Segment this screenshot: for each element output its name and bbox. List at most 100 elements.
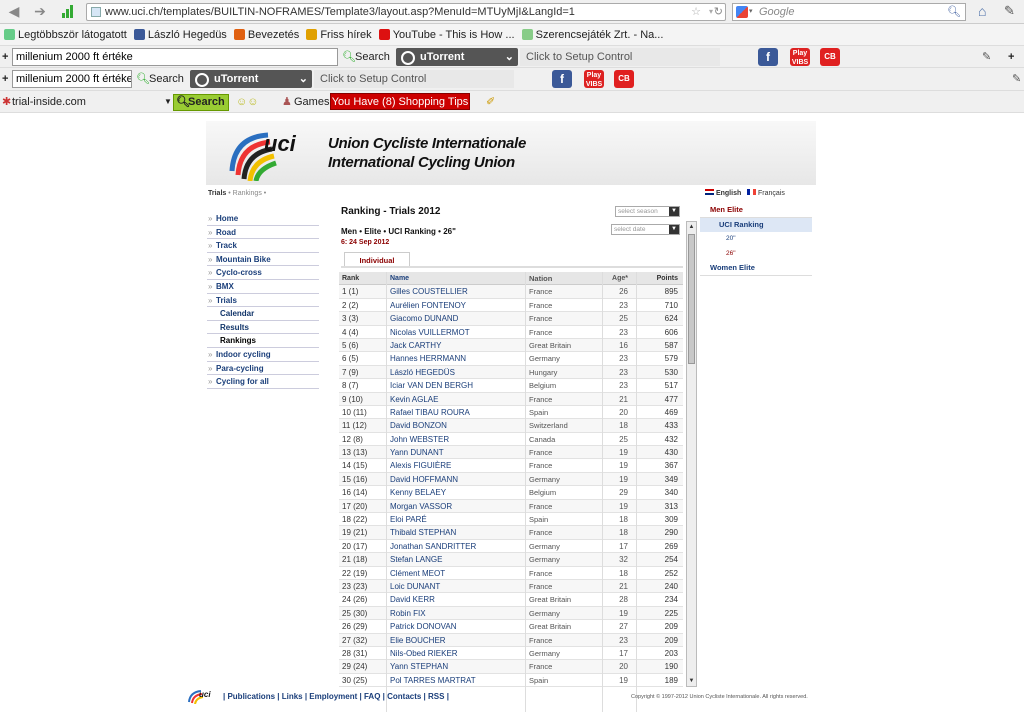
nav-item[interactable]: Cycling for all (207, 375, 319, 389)
chevron-down-icon[interactable]: ▼ (164, 94, 172, 110)
dropdown-icon[interactable]: ▾ (709, 4, 713, 20)
toolbar-search-button[interactable]: 🔍︎ Search (136, 71, 184, 87)
cell-name[interactable]: Clément MEOT (390, 567, 445, 580)
search-engine-input[interactable]: ▾ Google 🔍︎ (732, 3, 966, 21)
category-item[interactable]: 26" (700, 247, 812, 262)
col-age[interactable]: Age* (602, 272, 628, 285)
cb-icon[interactable]: CB (614, 70, 634, 88)
cell-name[interactable]: Thibald STEPHAN (390, 526, 456, 539)
col-rank[interactable]: Rank (342, 272, 359, 285)
cell-name[interactable]: Gilles COUSTELLIER (390, 285, 468, 298)
shopping-tips-button[interactable]: You Have (8) Shopping Tips (330, 93, 470, 110)
nav-item[interactable]: Road (207, 226, 319, 240)
col-nation[interactable]: Nation (529, 272, 552, 285)
cell-name[interactable]: Nils-Obed RIEKER (390, 647, 458, 660)
nav-item[interactable]: Track (207, 239, 319, 253)
cell-name[interactable]: Hannes HERRMANN (390, 352, 466, 365)
back-icon[interactable]: ◀ (6, 3, 22, 19)
nav-item[interactable]: Rankings (207, 334, 319, 348)
add-icon[interactable]: + (1008, 49, 1014, 65)
cell-name[interactable]: Giacomo DUNAND (390, 312, 458, 325)
cell-name[interactable]: Robin FIX (390, 607, 426, 620)
scroll-down-icon[interactable]: ▼ (687, 676, 696, 686)
category-item[interactable]: Women Elite (700, 261, 812, 276)
wrench-icon[interactable]: ✎ (1012, 71, 1021, 87)
breadcrumb-rest[interactable]: • Rankings • (228, 190, 266, 197)
toolbar-search-button[interactable]: 🔍︎ Search (342, 49, 390, 65)
nav-item[interactable]: BMX (207, 280, 319, 294)
forward-icon[interactable]: ➔ (32, 3, 48, 19)
nav-item[interactable]: Indoor cycling (207, 348, 319, 362)
toolbar-search-input[interactable] (12, 70, 132, 88)
bookmark-item[interactable]: László Hegedüs (133, 24, 227, 46)
toolbar-search-button[interactable]: 🔍︎ Search (173, 94, 229, 111)
lang-french[interactable]: Français (758, 190, 785, 197)
reload-icon[interactable]: ↻ (714, 4, 723, 20)
category-item[interactable]: Men Elite (700, 203, 812, 218)
cell-name[interactable]: László HEGEDÜS (390, 366, 455, 379)
wrench-icon[interactable]: ✎ (982, 49, 991, 65)
cell-name[interactable]: Morgan VASSOR (390, 500, 452, 513)
bookmark-item[interactable]: Szerencsejáték Zrt. - Na... (521, 24, 663, 46)
col-points[interactable]: Points (639, 272, 678, 285)
nav-item[interactable]: Para-cycling (207, 362, 319, 376)
add-icon[interactable]: + (2, 71, 8, 87)
games-button[interactable]: ♟ Games (282, 94, 329, 110)
cb-icon[interactable]: CB (820, 48, 840, 66)
nav-item[interactable]: Cyclo-cross (207, 266, 319, 280)
season-select[interactable]: select season ▼ (615, 206, 680, 217)
cell-name[interactable]: Pol TARRES MARTRAT (390, 674, 476, 687)
cell-name[interactable]: Alexis FIGUIÈRE (390, 459, 451, 472)
cell-name[interactable]: Eloi PARÉ (390, 513, 427, 526)
category-item[interactable]: 20" (700, 232, 812, 247)
wrench-icon[interactable]: ✎ (1004, 3, 1015, 19)
scroll-up-icon[interactable]: ▲ (687, 222, 696, 232)
add-icon[interactable]: + (2, 49, 8, 65)
date-select[interactable]: select date ▼ (611, 224, 680, 235)
uci-logo[interactable]: uci (226, 125, 304, 181)
smiley-icon[interactable]: ☺☺ (236, 94, 258, 110)
breadcrumb-trials[interactable]: Trials (208, 190, 226, 197)
bookmark-item[interactable]: Legtöbbször látogatott (4, 24, 127, 46)
category-item[interactable]: UCI Ranking (700, 217, 812, 232)
star-icon[interactable]: ☆ (691, 4, 701, 20)
home-icon[interactable]: ⌂ (978, 3, 986, 19)
setup-control[interactable]: Click to Setup Control (520, 48, 720, 66)
scroll-thumb[interactable] (688, 234, 695, 364)
scrollbar[interactable]: ▲ ▼ (686, 221, 697, 687)
cell-name[interactable]: Jack CARTHY (390, 339, 441, 352)
pencil-icon[interactable]: ✐ (486, 94, 495, 110)
url-input[interactable]: www.uci.ch/templates/BUILTIN-NOFRAMES/Te… (86, 3, 726, 21)
engine-dropdown-icon[interactable]: ▾ (749, 4, 753, 20)
cell-name[interactable]: Stefan LANGE (390, 553, 442, 566)
toolbar-search-input[interactable] (12, 48, 338, 66)
cell-name[interactable]: Patrick DONOVAN (390, 620, 457, 633)
nav-item[interactable]: Calendar (207, 307, 319, 321)
cell-name[interactable]: Rafael TIBAU ROURA (390, 406, 470, 419)
cell-name[interactable]: John WEBSTER (390, 433, 449, 446)
col-name[interactable]: Name (390, 272, 409, 285)
utorrent-button[interactable]: uTorrent ⌄ (396, 48, 518, 66)
cell-name[interactable]: David BONZON (390, 419, 447, 432)
bookmark-item[interactable]: Friss hírek (306, 24, 372, 46)
cell-name[interactable]: Elie BOUCHER (390, 634, 446, 647)
tab-individual[interactable]: Individual (344, 252, 410, 267)
uci-footer-logo[interactable]: uci (187, 688, 215, 704)
footer-links[interactable]: | Publications | Links | Employment | FA… (223, 692, 449, 701)
nav-item[interactable]: Mountain Bike (207, 253, 319, 267)
cell-name[interactable]: Kevin AGLAE (390, 393, 438, 406)
facebook-icon[interactable]: f (552, 70, 572, 88)
cell-name[interactable]: Yann STEPHAN (390, 660, 448, 673)
nav-item[interactable]: Trials (207, 294, 319, 308)
cell-name[interactable]: David HOFFMANN (390, 473, 458, 486)
cell-name[interactable]: Iciar VAN DEN BERGH (390, 379, 473, 392)
facebook-icon[interactable]: f (758, 48, 778, 66)
cell-name[interactable]: Aurélien FONTENOY (390, 299, 466, 312)
nav-item[interactable]: Results (207, 321, 319, 335)
play-vibs-icon[interactable]: Play VIBS (790, 48, 810, 66)
magnifier-icon[interactable]: 🔍︎ (947, 4, 961, 20)
cell-name[interactable]: David KERR (390, 593, 435, 606)
cell-name[interactable]: Nicolas VUILLERMOT (390, 326, 470, 339)
play-vibs-icon[interactable]: Play VIBS (584, 70, 604, 88)
lang-english[interactable]: English (716, 190, 741, 197)
